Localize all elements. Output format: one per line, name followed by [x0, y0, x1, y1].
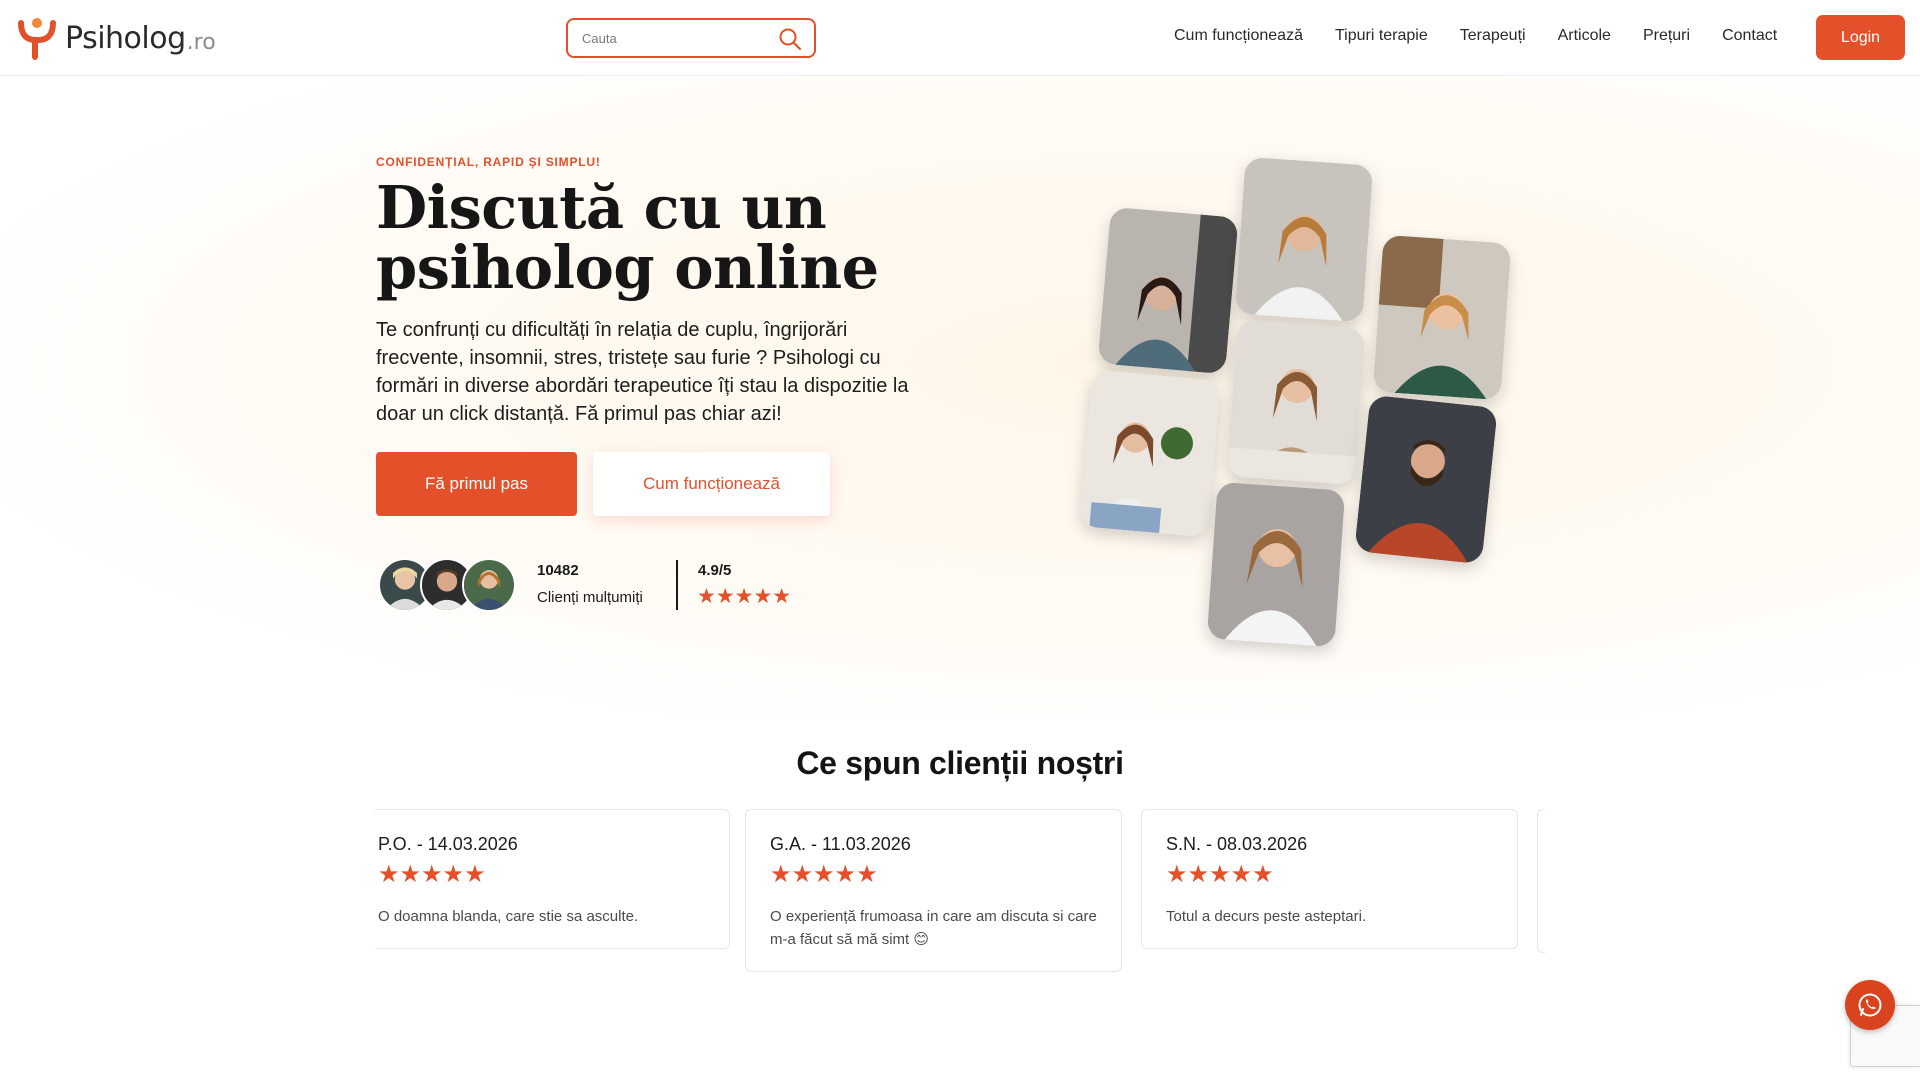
review-stars: ★★★★★: [770, 861, 878, 888]
rating-value: 4.9/5: [698, 562, 732, 579]
review-author: P.O. - 14.03.2026: [378, 834, 518, 854]
avatar: [462, 558, 516, 612]
review-text: Totul a decurs peste asteptari.: [1166, 908, 1367, 925]
therapist-photo: [1372, 234, 1512, 401]
nav-terapeuti[interactable]: Terapeuți: [1460, 27, 1526, 45]
hero-description: Te confrunți cu dificultăți în relația d…: [376, 319, 909, 425]
search-icon[interactable]: [778, 27, 802, 51]
whatsapp-icon: [1858, 993, 1882, 1017]
nav-preturi[interactable]: Prețuri: [1643, 27, 1690, 45]
review-stars: ★★★★★: [1166, 861, 1274, 888]
search-input[interactable]: [568, 20, 768, 56]
nav-tipuri-terapie[interactable]: Tipuri terapie: [1335, 27, 1428, 45]
search-box: [566, 18, 816, 58]
main-nav: Cum funcționează Tipuri terapie Terapeuț…: [1174, 27, 1809, 45]
whatsapp-button[interactable]: [1845, 980, 1895, 1030]
review-text: O doamna blanda, care stie sa asculte.: [378, 908, 639, 925]
review-card: P.O. - 14.03.2026 ★★★★★ O doamna blanda,…: [375, 809, 730, 949]
first-step-button[interactable]: Fă primul pas: [376, 452, 577, 516]
how-it-works-button[interactable]: Cum funcționează: [593, 452, 830, 516]
therapist-photo: [1079, 369, 1221, 538]
review-author: S.N. - 08.03.2026: [1166, 834, 1308, 854]
clients-label: Clienți mulțumiți: [537, 589, 643, 606]
review-text: O experiență frumoasa in care am discuta…: [770, 908, 1097, 948]
therapist-photo: [1234, 156, 1374, 323]
nav-cum-functioneaza[interactable]: Cum funcționează: [1174, 27, 1303, 45]
review-card: S.N. - 08.03.2026 ★★★★★ Totul a decurs p…: [1141, 809, 1518, 949]
hero-eyebrow: CONFIDENȚIAL, RAPID ȘI SIMPLU!: [376, 155, 601, 169]
login-button[interactable]: Login: [1816, 15, 1905, 60]
logo-suffix: .ro: [186, 30, 216, 55]
review-card: G.A. - 11.03.2026 ★★★★★ O experiență fru…: [745, 809, 1122, 972]
site-logo[interactable]: Psiholog .ro: [15, 14, 216, 62]
nav-articole[interactable]: Articole: [1558, 27, 1611, 45]
logo-text: Psiholog: [65, 20, 186, 56]
review-author: G.A. - 11.03.2026: [770, 834, 911, 854]
therapist-photo: [1226, 319, 1366, 486]
clients-count: 10482: [537, 562, 579, 579]
client-avatars: [378, 558, 518, 614]
hero-title: Discută cu un psiholog online: [376, 173, 879, 302]
nav-contact[interactable]: Contact: [1722, 27, 1777, 45]
therapist-photo: [1354, 394, 1498, 565]
hero-section: [0, 77, 1920, 720]
stat-divider: [676, 560, 678, 610]
reviews-carousel[interactable]: P.O. - 14.03.2026 ★★★★★ O doamna blanda,…: [375, 809, 1545, 979]
psiholog-logo-icon: [18, 18, 56, 60]
therapist-photo: [1206, 481, 1346, 648]
site-header: Psiholog .ro Cum funcționează Tipuri ter…: [0, 0, 1920, 76]
therapist-photo-collage: [1079, 155, 1520, 655]
review-stars: ★★★★★: [378, 861, 486, 888]
therapist-photo: [1097, 206, 1239, 375]
rating-stars: ★★★★★: [697, 585, 792, 608]
review-card: [1537, 809, 1545, 953]
testimonials-title: Ce spun clienții noștri: [796, 745, 1124, 781]
